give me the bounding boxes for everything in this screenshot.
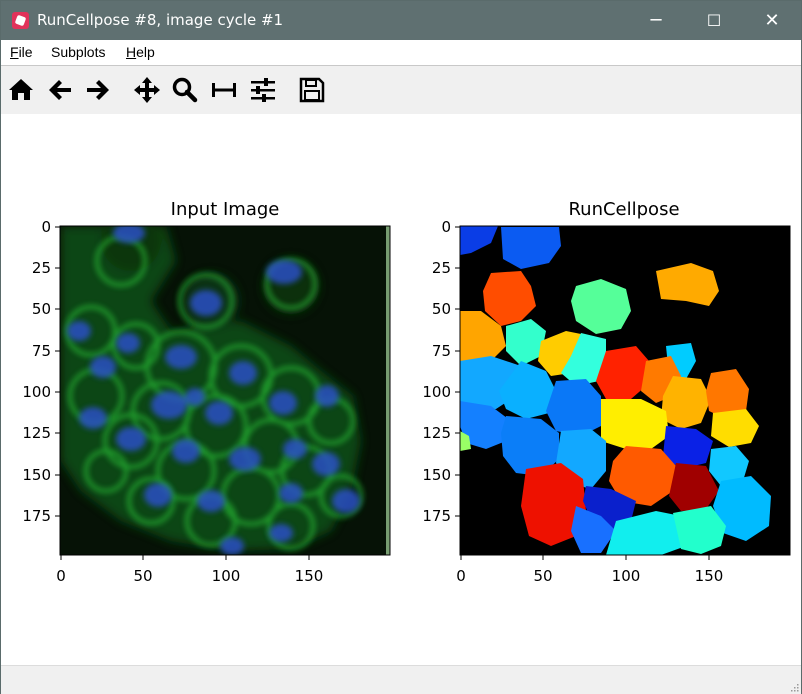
x-tick-label: 100 (212, 567, 241, 585)
y-tick-label: 75 (32, 342, 51, 360)
save-floppy-icon[interactable] (297, 75, 327, 105)
figure-window: RunCellpose #8, image cycle #1 ─ ☐ ✕ Fil… (0, 0, 802, 694)
y-tick-label: 75 (432, 342, 451, 360)
minimize-button[interactable]: ─ (627, 1, 685, 40)
input-image[interactable] (60, 211, 390, 555)
plot-area: Input Image 0 50 100 150 0 25 50 75 100 … (22, 199, 791, 585)
y-tick-label: 100 (422, 383, 451, 401)
x-tick-label: 0 (456, 567, 466, 585)
menu-help[interactable]: Help (126, 44, 155, 60)
menu-file-mnemonic: F (10, 44, 19, 60)
menu-file[interactable]: File (10, 44, 33, 60)
back-arrow-icon[interactable] (45, 75, 75, 105)
resize-grip-icon[interactable] (789, 682, 799, 692)
menu-bar: File Subplots Help (1, 40, 801, 65)
zoom-magnifier-icon[interactable] (170, 75, 200, 105)
forward-arrow-icon[interactable] (83, 75, 113, 105)
window-title: RunCellpose #8, image cycle #1 (37, 11, 284, 29)
x-tick-label: 100 (612, 567, 641, 585)
y-tick-label: 0 (41, 218, 51, 236)
input-image-subplot: Input Image 0 50 100 150 0 25 50 75 100 … (22, 199, 391, 585)
y-tick-label: 150 (22, 466, 51, 484)
menu-help-mnemonic: H (126, 44, 137, 60)
title-bar[interactable]: RunCellpose #8, image cycle #1 ─ ☐ ✕ (1, 1, 801, 40)
y-tick-label: 25 (432, 259, 451, 277)
y-tick-label: 150 (422, 466, 451, 484)
y-tick-label: 125 (422, 424, 451, 442)
x-tick-label: 0 (56, 567, 66, 585)
figure-canvas[interactable]: Input Image 0 50 100 150 0 25 50 75 100 … (1, 114, 801, 665)
subplot-spacing-icon[interactable] (209, 75, 239, 105)
cellpose-labels-subplot: RunCellpose 0 50 100 150 0 25 50 75 100 … (422, 199, 791, 585)
menu-subplots[interactable]: Subplots (51, 44, 105, 60)
app-logo-icon (12, 12, 29, 29)
configure-sliders-icon[interactable] (248, 75, 278, 105)
x-tick-label: 50 (533, 567, 552, 585)
maximize-button[interactable]: ☐ (685, 1, 743, 40)
navigation-toolbar (1, 66, 801, 114)
home-icon[interactable] (6, 75, 36, 105)
y-tick-label: 50 (32, 300, 51, 318)
menu-file-label: ile (18, 44, 33, 60)
close-button[interactable]: ✕ (743, 1, 801, 40)
y-tick-label: 25 (32, 259, 51, 277)
x-tick-label: 150 (695, 567, 724, 585)
y-tick-label: 175 (422, 507, 451, 525)
y-tick-label: 0 (441, 218, 451, 236)
y-tick-label: 100 (22, 383, 51, 401)
label-image[interactable] (460, 226, 790, 555)
cellpose-title: RunCellpose (568, 199, 679, 220)
x-tick-label: 150 (295, 567, 324, 585)
input-image-title: Input Image (171, 199, 280, 220)
x-tick-label: 50 (133, 567, 152, 585)
pan-move-icon[interactable] (132, 75, 162, 105)
y-tick-label: 175 (22, 507, 51, 525)
status-bar (1, 665, 801, 694)
y-tick-label: 125 (22, 424, 51, 442)
y-tick-label: 50 (432, 300, 451, 318)
menu-help-label: elp (136, 44, 155, 60)
